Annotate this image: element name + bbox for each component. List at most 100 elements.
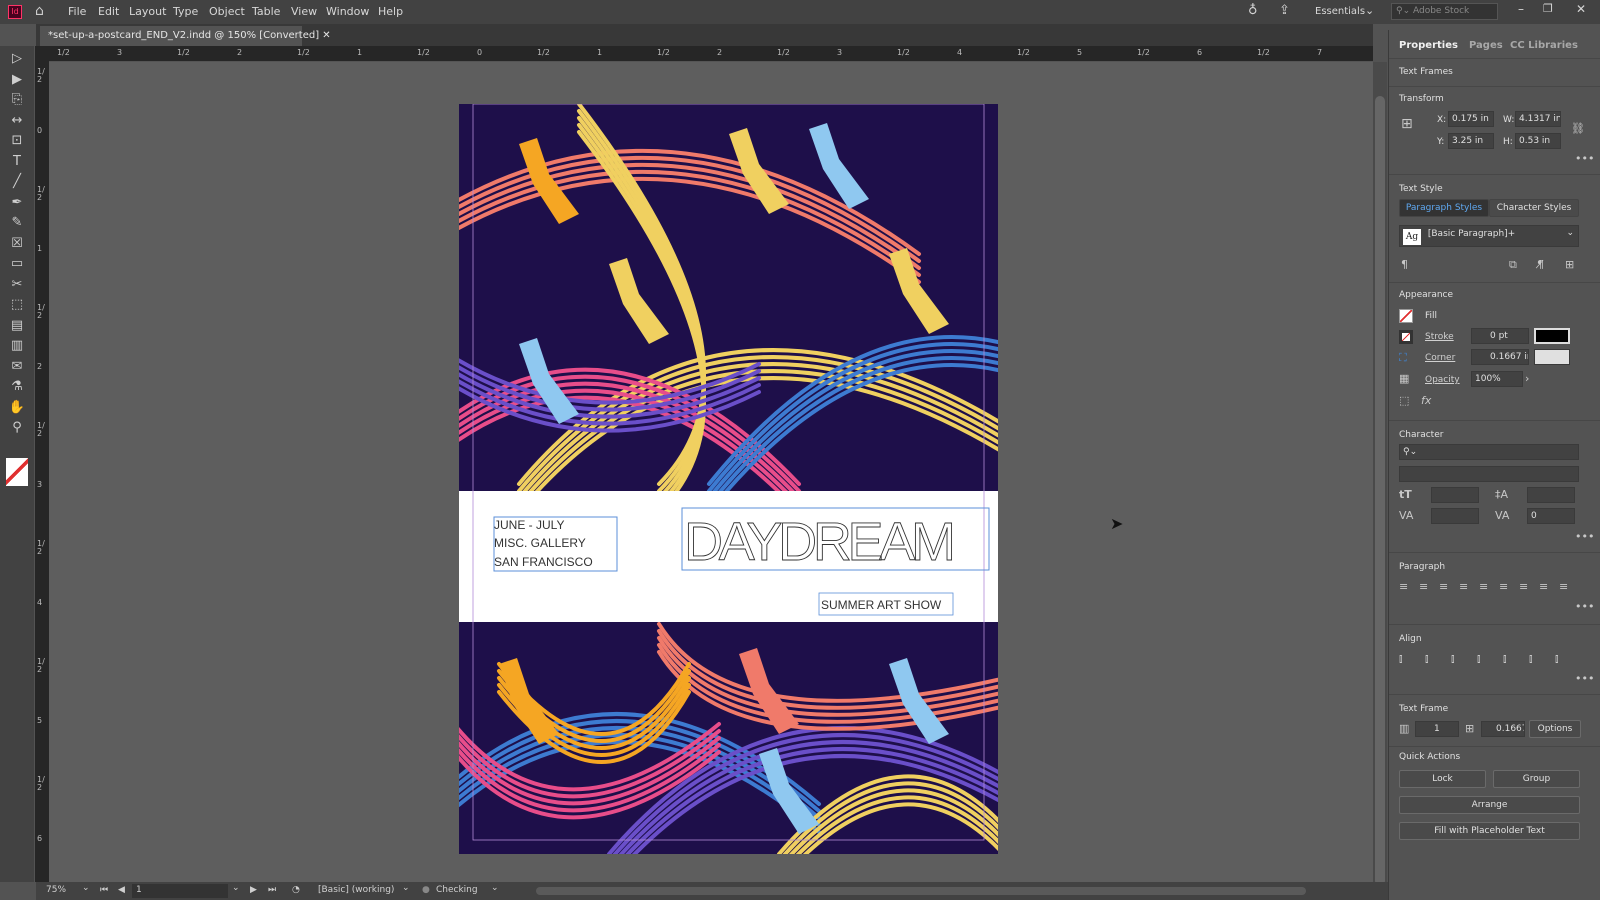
pilcrow-icon[interactable]: ¶: [1401, 258, 1408, 271]
prev-page-icon[interactable]: ◀: [118, 885, 125, 895]
menu-file[interactable]: File: [68, 5, 86, 18]
arrange-button[interactable]: Arrange: [1399, 796, 1580, 814]
gradient-swatch-tool-icon[interactable]: ▤: [6, 317, 28, 335]
tracking-field[interactable]: 0: [1527, 508, 1575, 524]
preflight-icon[interactable]: ◔: [292, 885, 300, 895]
menu-type[interactable]: Type: [173, 5, 198, 18]
constrain-proportions-icon[interactable]: ⛓: [1571, 122, 1585, 135]
close-tab-icon[interactable]: ✕: [322, 30, 330, 41]
workspace-label[interactable]: Essentials: [1315, 6, 1365, 17]
chevron-down-icon[interactable]: ⌄: [1566, 228, 1574, 238]
corner-shape-swatch[interactable]: [1534, 349, 1570, 365]
more-options-icon[interactable]: •••: [1575, 152, 1594, 165]
fill-stroke-swatch-icon[interactable]: [6, 458, 28, 486]
kerning-field[interactable]: [1431, 508, 1479, 524]
paragraph-align-7-icon[interactable]: ≡: [1539, 580, 1548, 593]
status-dropdown-icon[interactable]: ⌄: [491, 883, 499, 893]
align-object-4-icon[interactable]: ⫾: [1503, 652, 1507, 666]
rectangle-tool-icon[interactable]: ▭: [6, 255, 28, 273]
columns-field[interactable]: 1: [1415, 721, 1459, 737]
align-object-5-icon[interactable]: ⫾: [1529, 652, 1533, 666]
line-tool-icon[interactable]: ╱: [6, 173, 28, 191]
paragraph-align-8-icon[interactable]: ≡: [1559, 580, 1568, 593]
scrollbar-thumb[interactable]: [1375, 96, 1385, 886]
menu-table[interactable]: Table: [252, 5, 280, 18]
more-options-icon[interactable]: •••: [1575, 672, 1594, 685]
font-size-field[interactable]: [1431, 487, 1479, 503]
w-field[interactable]: 4.1317 in: [1515, 111, 1561, 127]
vertical-scrollbar[interactable]: [1373, 62, 1387, 886]
stock-search-input[interactable]: ⚲⌄ Adobe Stock: [1391, 3, 1498, 20]
tab-character-styles[interactable]: Character Styles: [1489, 199, 1579, 217]
scissors-tool-icon[interactable]: ✂: [6, 276, 28, 294]
options-button[interactable]: Options: [1529, 720, 1581, 738]
corner-size-field[interactable]: 0.1667 in: [1471, 349, 1529, 365]
gradient-feather-tool-icon[interactable]: ▥: [6, 337, 28, 355]
paragraph-align-4-icon[interactable]: ≡: [1479, 580, 1488, 593]
gutter-field[interactable]: 0.1667: [1481, 721, 1525, 737]
next-page-icon[interactable]: ▶: [250, 885, 257, 895]
paragraph-align-0-icon[interactable]: ≡: [1399, 580, 1408, 593]
tab-pages[interactable]: Pages: [1469, 40, 1503, 51]
zoom-tool-icon[interactable]: ⚲: [6, 419, 28, 437]
home-icon[interactable]: ⌂: [35, 3, 44, 19]
paragraph-align-2-icon[interactable]: ≡: [1439, 580, 1448, 593]
stroke-link[interactable]: Stroke: [1425, 332, 1454, 342]
lightbulb-icon[interactable]: ♁: [1248, 3, 1258, 18]
selection-tool-icon[interactable]: ▷: [6, 50, 28, 68]
free-transform-tool-icon[interactable]: ⬚: [6, 296, 28, 314]
paragraph-align-5-icon[interactable]: ≡: [1499, 580, 1508, 593]
reference-point-icon[interactable]: ⊞: [1401, 116, 1413, 132]
align-object-1-icon[interactable]: ⫾: [1425, 652, 1429, 666]
stroke-weight-field[interactable]: 0 pt: [1471, 328, 1529, 344]
align-object-3-icon[interactable]: ⫾: [1477, 652, 1481, 666]
fx-icon[interactable]: fx: [1421, 394, 1431, 407]
stroke-swatch-icon[interactable]: [1399, 330, 1413, 344]
postcard-page[interactable]: JUNE - JULY MISC. GALLERY SAN FRANCISCO …: [459, 104, 998, 854]
page-tool-icon[interactable]: ⎘: [6, 91, 28, 109]
stroke-color-swatch[interactable]: [1534, 328, 1570, 344]
last-page-icon[interactable]: ⏭: [268, 885, 276, 895]
corner-icon[interactable]: ⛶: [1399, 351, 1407, 365]
lock-button[interactable]: Lock: [1399, 770, 1486, 788]
leading-field[interactable]: [1527, 487, 1575, 503]
document-tab[interactable]: *set-up-a-postcard_END_V2.indd @ 150% [C…: [40, 26, 331, 46]
paragraph-align-1-icon[interactable]: ≡: [1419, 580, 1428, 593]
h-field[interactable]: 0.53 in: [1515, 133, 1561, 149]
pen-tool-icon[interactable]: ✒: [6, 194, 28, 212]
fill-swatch-icon[interactable]: [1399, 309, 1413, 323]
tab-paragraph-styles[interactable]: Paragraph Styles: [1399, 199, 1489, 217]
preflight-profile[interactable]: [Basic] (working): [318, 885, 394, 895]
vertical-ruler[interactable]: 1/2 0 1/2 1 1/2 2 1/2 3 1/2 4 1/2 5 1/2 6: [35, 46, 49, 882]
profile-dropdown-icon[interactable]: ⌄: [402, 883, 410, 893]
menu-help[interactable]: Help: [378, 5, 403, 18]
align-object-2-icon[interactable]: ⫾: [1451, 652, 1455, 666]
align-object-6-icon[interactable]: ⫾: [1555, 652, 1559, 666]
type-tool-icon[interactable]: T: [6, 153, 28, 171]
align-object-0-icon[interactable]: ⫾: [1399, 652, 1403, 666]
menu-view[interactable]: View: [291, 5, 317, 18]
rectangle-frame-tool-icon[interactable]: ☒: [6, 235, 28, 253]
menu-object[interactable]: Object: [209, 5, 245, 18]
paragraph-align-6-icon[interactable]: ≡: [1519, 580, 1528, 593]
content-collector-tool-icon[interactable]: ⊡: [6, 132, 28, 150]
share-icon[interactable]: ⇪: [1279, 3, 1290, 18]
page-dropdown-icon[interactable]: ⌄: [232, 883, 240, 893]
more-options-icon[interactable]: •••: [1575, 530, 1594, 543]
minimize-button[interactable]: –: [1518, 2, 1524, 16]
opacity-field[interactable]: 100%: [1471, 371, 1523, 387]
menu-edit[interactable]: Edit: [98, 5, 119, 18]
zoom-level[interactable]: 75%: [46, 885, 66, 895]
font-style-field[interactable]: [1399, 466, 1579, 482]
horizontal-scrollbar[interactable]: [536, 887, 1306, 895]
note-tool-icon[interactable]: ✉: [6, 358, 28, 376]
eyedropper-tool-icon[interactable]: ⚗: [6, 378, 28, 396]
menu-layout[interactable]: Layout: [129, 5, 166, 18]
frame-options-icon[interactable]: ⬚: [1399, 394, 1409, 407]
paragraph-style-dropdown[interactable]: Ag [Basic Paragraph]+ ⌄: [1399, 225, 1579, 247]
restore-button[interactable]: ❐: [1543, 2, 1553, 15]
zoom-dropdown-icon[interactable]: ⌄: [82, 883, 90, 893]
tab-properties[interactable]: Properties: [1399, 40, 1458, 51]
horizontal-ruler[interactable]: 1/2 3 1/2 2 1/2 1 1/2 0 1/2 1 1/2 2 1/2 3 1/2 4 1/2 5 1/2 6…: [48, 46, 1373, 62]
pencil-tool-icon[interactable]: ✎: [6, 214, 28, 232]
